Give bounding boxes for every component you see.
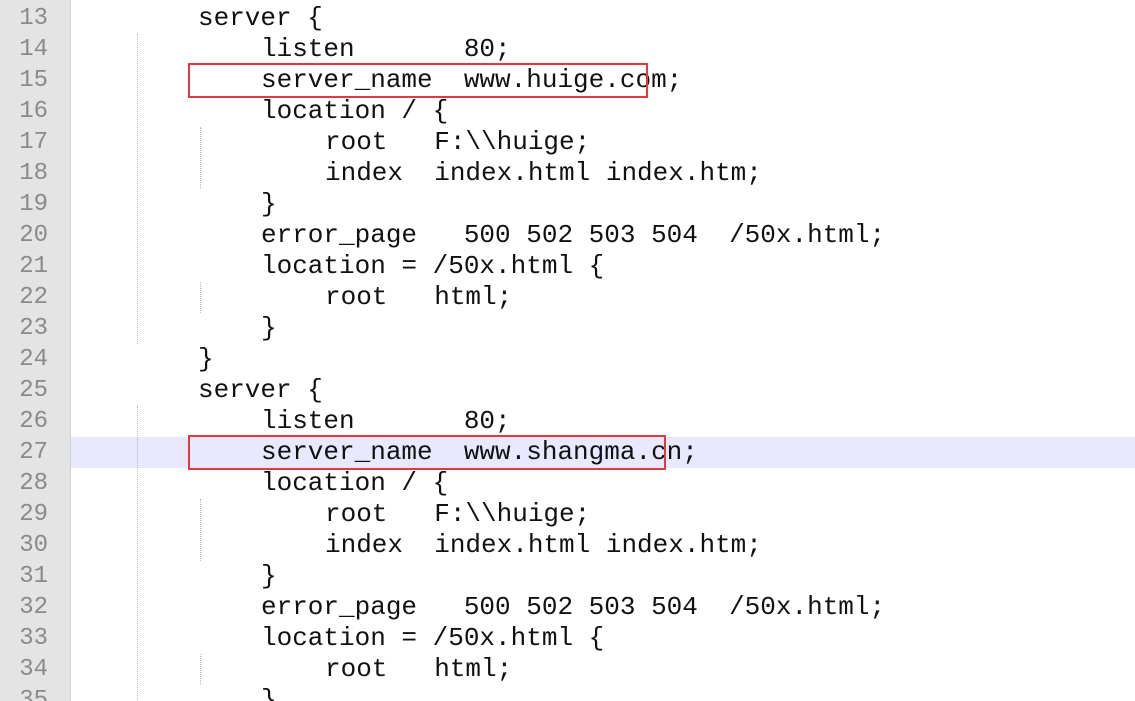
line-number: 13: [19, 5, 48, 32]
code-line-33[interactable]: 33 location = /50x.html {: [0, 623, 1135, 654]
code-editor[interactable]: 13 server {14 listen 80; 15 server_name www.…: [0, 0, 1135, 701]
line-number: 29: [19, 501, 48, 528]
code-line-28[interactable]: 28 location / {: [0, 468, 1135, 499]
code-text[interactable]: location = /50x.html {: [261, 623, 604, 654]
code-line-29[interactable]: 29 root F:\\huige;: [0, 499, 1135, 530]
indent-guide: [137, 34, 138, 344]
code-text[interactable]: location = /50x.html {: [261, 251, 604, 282]
code-line-31[interactable]: 31}: [0, 561, 1135, 592]
code-line-32[interactable]: 32 error_page 500 502 503 504 /50x.html;: [0, 592, 1135, 623]
line-number: 31: [19, 563, 48, 590]
code-line-17[interactable]: 17 root F:\\huige;: [0, 127, 1135, 158]
line-number: 26: [19, 408, 48, 435]
indent-guide: [137, 406, 138, 701]
indent-guide: [200, 654, 201, 685]
line-number: 21: [19, 253, 48, 280]
line-number: 22: [19, 284, 48, 311]
code-line-21[interactable]: 21 location = /50x.html {: [0, 251, 1135, 282]
code-text[interactable]: }: [198, 344, 214, 375]
code-text[interactable]: listen 80;: [261, 34, 511, 65]
line-number: 28: [19, 470, 48, 497]
line-number: 15: [19, 67, 48, 94]
line-number: 33: [19, 625, 48, 652]
line-number: 27: [19, 439, 48, 466]
code-line-26[interactable]: 26 listen 80;: [0, 406, 1135, 437]
code-line-20[interactable]: 20 error_page 500 502 503 504 /50x.html;: [0, 220, 1135, 251]
line-number: 24: [19, 346, 48, 373]
line-number: 20: [19, 222, 48, 249]
code-text[interactable]: }: [261, 685, 277, 701]
code-text[interactable]: root F:\\huige;: [325, 499, 590, 530]
line-number: 18: [19, 160, 48, 187]
code-text[interactable]: error_page 500 502 503 504 /50x.html;: [261, 592, 885, 623]
code-text[interactable]: server {: [198, 3, 323, 34]
server-name-highlight-box: [188, 435, 666, 470]
line-number: 35: [19, 687, 48, 701]
code-text[interactable]: root html;: [325, 654, 512, 685]
code-text[interactable]: root html;: [325, 282, 512, 313]
indent-guide: [200, 499, 201, 561]
line-number: 25: [19, 377, 48, 404]
code-text[interactable]: }: [261, 313, 277, 344]
line-number: 19: [19, 191, 48, 218]
line-number: 30: [19, 532, 48, 559]
code-line-30[interactable]: 30 index index.html index.htm;: [0, 530, 1135, 561]
code-line-34[interactable]: 34 root html;: [0, 654, 1135, 685]
line-number: 17: [19, 129, 48, 156]
code-text[interactable]: error_page 500 502 503 504 /50x.html;: [261, 220, 885, 251]
indent-guide: [200, 127, 201, 189]
server-name-highlight-box: [188, 63, 648, 98]
line-number: 34: [19, 656, 48, 683]
code-line-25[interactable]: 25 server {: [0, 375, 1135, 406]
code-text[interactable]: location / {: [261, 468, 448, 499]
code-line-16[interactable]: 16 location / {: [0, 96, 1135, 127]
line-number: 14: [19, 36, 48, 63]
indent-guide: [200, 282, 201, 313]
code-text[interactable]: index index.html index.htm;: [325, 158, 762, 189]
code-line-14[interactable]: 14 listen 80;: [0, 34, 1135, 65]
code-line-19[interactable]: 19}: [0, 189, 1135, 220]
code-text[interactable]: server {: [198, 375, 323, 406]
line-number: 23: [19, 315, 48, 342]
line-number: 32: [19, 594, 48, 621]
code-line-35[interactable]: 35}: [0, 685, 1135, 701]
code-line-22[interactable]: 22 root html;: [0, 282, 1135, 313]
code-text[interactable]: location / {: [261, 96, 448, 127]
code-text[interactable]: root F:\\huige;: [325, 127, 590, 158]
code-line-18[interactable]: 18 index index.html index.htm;: [0, 158, 1135, 189]
line-number: 16: [19, 98, 48, 125]
code-text[interactable]: index index.html index.htm;: [325, 530, 762, 561]
code-line-23[interactable]: 23}: [0, 313, 1135, 344]
code-text[interactable]: }: [261, 189, 277, 220]
code-text[interactable]: }: [261, 561, 277, 592]
code-text[interactable]: listen 80;: [261, 406, 511, 437]
code-line-13[interactable]: 13 server {: [0, 3, 1135, 34]
code-line-24[interactable]: 24}: [0, 344, 1135, 375]
